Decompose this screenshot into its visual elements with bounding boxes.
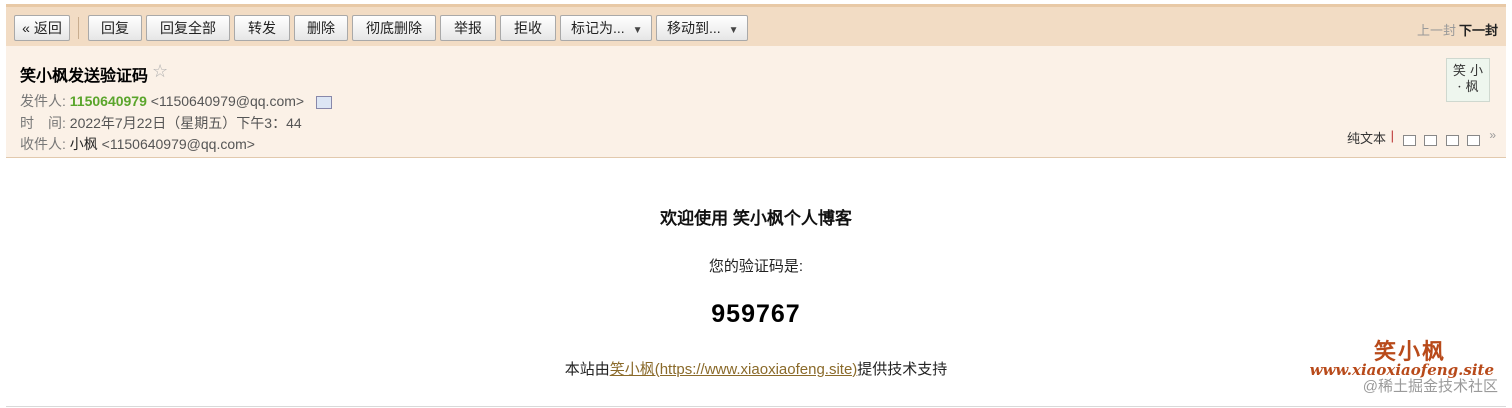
sender-name[interactable]: 1150640979 — [70, 93, 147, 109]
recipient-name[interactable]: 小枫 — [70, 136, 98, 152]
footer-prefix: 本站由 — [564, 361, 610, 378]
plain-text-link[interactable]: 纯文本 — [1347, 128, 1386, 147]
recipient-row: 收件人: 小枫 <1150640979@qq.com> — [20, 134, 255, 154]
move-to-dropdown[interactable]: 移动到... ▼ — [656, 15, 748, 41]
reply-button[interactable]: 回复 — [88, 15, 142, 41]
time-value: 2022年7月22日（星期五）下午3：44 — [69, 115, 302, 131]
new-window-icon[interactable] — [1402, 135, 1416, 147]
report-button[interactable]: 举报 — [440, 15, 496, 41]
back-button[interactable]: « 返回 — [14, 15, 70, 41]
time-row: 时 间: 2022年7月22日（星期五）下午3：44 — [20, 113, 302, 133]
avatar-line-1: 笑 小 — [1452, 64, 1484, 79]
mark-as-dropdown[interactable]: 标记为... ▼ — [560, 15, 652, 41]
reply-all-button[interactable]: 回复全部 — [146, 15, 230, 41]
memo-icon[interactable] — [1424, 135, 1438, 147]
move-to-label: 移动到... — [667, 20, 721, 36]
avatar-line-2: · 枫 — [1457, 80, 1479, 95]
time-label: 时 间: — [20, 115, 66, 131]
chevron-down-icon: ▼ — [728, 25, 739, 36]
header-divider: | — [1390, 128, 1394, 143]
star-icon[interactable]: ☆ — [152, 61, 168, 82]
delete-button[interactable]: 删除 — [294, 15, 348, 41]
footer-suffix: 提供技术支持 — [857, 361, 948, 378]
recipient-label: 收件人: — [20, 136, 66, 152]
welcome-heading: 欢迎使用 笑小枫个人博客 — [660, 209, 852, 228]
avatar: 笑 小 · 枫 — [1446, 58, 1490, 102]
expand-icon[interactable]: » — [1489, 128, 1496, 142]
header-tools — [1399, 132, 1480, 150]
sender-email: <1150640979@qq.com> — [150, 93, 305, 109]
watermark-juejin: @稀土掘金技术社区 — [1362, 378, 1498, 395]
mail-body: 欢迎使用 笑小枫个人博客 您的验证码是: 959767 本站由笑小枫(https… — [6, 158, 1506, 407]
mark-as-label: 标记为... — [571, 20, 625, 36]
code-prompt: 您的验证码是: — [708, 258, 804, 275]
toolbar-divider — [78, 17, 79, 39]
forward-button[interactable]: 转发 — [234, 15, 290, 41]
blog-link[interactable]: 笑小枫(https://www.xiaoxiaofeng.site) — [610, 361, 858, 378]
mail-toolbar: « 返回 回复 回复全部 转发 删除 彻底删除 举报 拒收 标记为... ▼ 移动… — [6, 4, 1506, 46]
contact-card-icon[interactable] — [315, 95, 332, 109]
prev-mail-link[interactable]: 上一封 — [1417, 20, 1456, 39]
sender-label: 发件人: — [20, 93, 66, 109]
next-mail-link[interactable]: 下一封 — [1459, 20, 1498, 39]
recipient-email: <1150640979@qq.com> — [101, 136, 255, 152]
chevron-down-icon: ▼ — [632, 25, 643, 36]
mail-subject: 笑小枫发送验证码 — [20, 68, 149, 85]
reject-button[interactable]: 拒收 — [500, 15, 556, 41]
mail-header: 笑小枫发送验证码 ☆ 发件人: 1150640979 <1150640979@q… — [6, 46, 1506, 158]
sender-row: 发件人: 1150640979 <1150640979@qq.com> — [20, 91, 332, 111]
delete-permanent-button[interactable]: 彻底删除 — [352, 15, 436, 41]
print-icon[interactable] — [1467, 135, 1480, 147]
save-icon[interactable] — [1445, 135, 1459, 147]
support-footer: 本站由笑小枫(https://www.xiaoxiaofeng.site)提供技… — [6, 358, 1506, 379]
verification-code: 959767 — [711, 300, 801, 328]
